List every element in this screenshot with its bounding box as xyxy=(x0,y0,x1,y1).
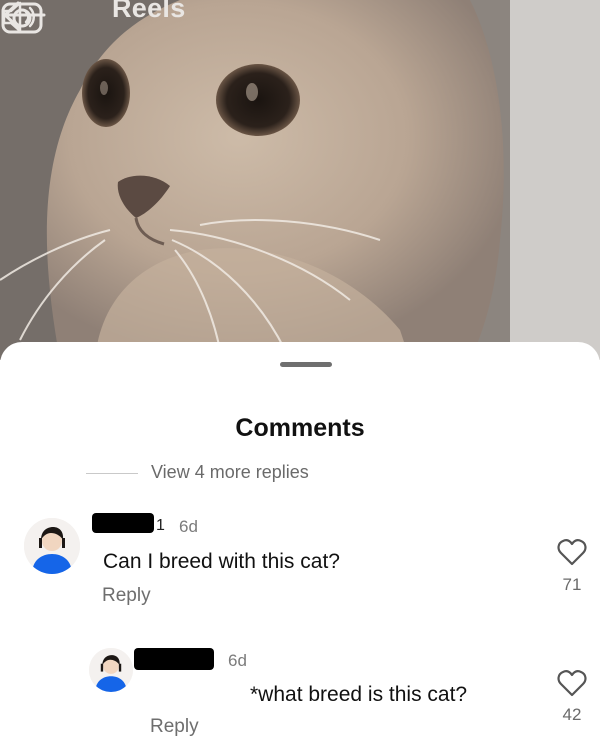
drag-handle[interactable] xyxy=(280,362,332,367)
comment-timestamp: 6d xyxy=(179,517,198,536)
avatar-image xyxy=(24,518,80,574)
view-more-replies-link[interactable]: View 4 more replies xyxy=(151,462,309,483)
camera-icon[interactable] xyxy=(0,0,44,34)
comment-text: Can I breed with this cat? xyxy=(103,550,340,573)
username[interactable]: 1 xyxy=(156,517,165,535)
like-count: 71 xyxy=(562,575,582,594)
avatar[interactable] xyxy=(24,518,80,574)
replies-divider xyxy=(86,473,138,474)
redacted-username xyxy=(92,513,154,533)
heart-icon[interactable] xyxy=(557,538,587,566)
reply-button[interactable]: Reply xyxy=(150,716,199,738)
reels-top-bar: Reels xyxy=(0,0,600,34)
cat-image xyxy=(0,0,600,360)
reels-title: Reels xyxy=(112,0,186,23)
comments-sheet: Comments View 4 more replies 1 6d Can I … xyxy=(0,342,600,747)
like-count: 42 xyxy=(562,705,582,724)
reply-button[interactable]: Reply xyxy=(102,585,151,607)
reel-video[interactable]: Reels xyxy=(0,0,600,360)
redacted-username xyxy=(134,648,214,670)
avatar-image xyxy=(89,648,133,692)
comment-text: *what breed is this cat? xyxy=(250,683,468,706)
comment-timestamp: 6d xyxy=(228,651,247,670)
comments-title: Comments xyxy=(235,414,365,442)
heart-icon[interactable] xyxy=(557,669,587,697)
avatar[interactable] xyxy=(89,648,133,692)
